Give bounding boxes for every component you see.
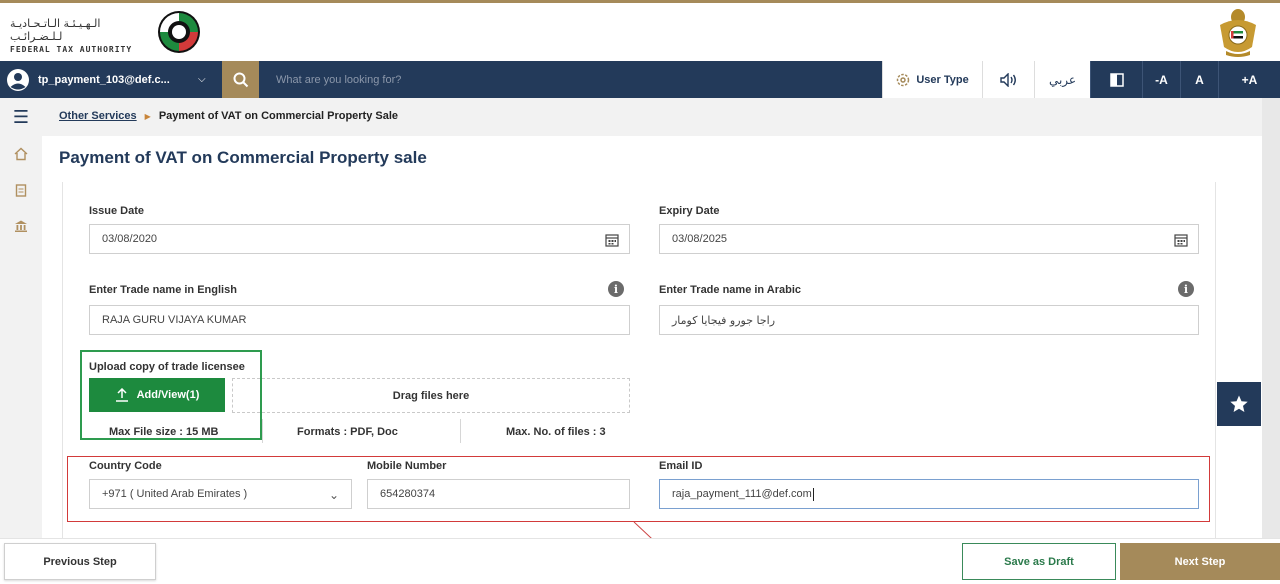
trade-name-en-label: Enter Trade name in English xyxy=(89,284,237,296)
file-drop-zone[interactable]: Drag files here xyxy=(232,378,630,413)
trade-name-ar-label: Enter Trade name in Arabic xyxy=(659,284,802,296)
user-type-button[interactable]: User Type xyxy=(882,61,982,98)
contrast-icon xyxy=(1109,72,1124,87)
fta-logo-text[interactable]: الـهـيـئـة الـاتـحـاديـة لـلـضـرائـب FED… xyxy=(10,17,150,54)
info-icon[interactable]: i xyxy=(1178,281,1194,297)
issue-date-label: Issue Date xyxy=(89,205,145,217)
divider xyxy=(262,419,263,443)
mobile-number-value: 654280374 xyxy=(380,488,436,500)
home-icon[interactable] xyxy=(0,136,42,172)
expiry-date-value: 03/08/2025 xyxy=(672,233,728,245)
breadcrumb-arrow-icon: ▶ xyxy=(144,111,151,121)
email-id-label: Email ID xyxy=(659,460,703,472)
logo-english-text: FEDERAL TAX AUTHORITY xyxy=(10,45,133,54)
max-file-size: Max File size : 15 MB xyxy=(109,426,219,438)
uae-emblem-icon xyxy=(1220,9,1256,57)
previous-step-button[interactable]: Previous Step xyxy=(4,543,156,580)
issue-date-value: 03/08/2020 xyxy=(102,233,158,245)
contrast-toggle-button[interactable] xyxy=(1090,61,1142,98)
chevron-down-icon: ⌵ xyxy=(198,74,206,85)
clipboard-icon[interactable] xyxy=(0,172,42,208)
mobile-number-field[interactable]: 654280374 xyxy=(367,479,630,509)
breadcrumb-current: Payment of VAT on Commercial Property Sa… xyxy=(158,110,399,122)
star-favorite-button[interactable] xyxy=(1217,382,1261,426)
country-code-label: Country Code xyxy=(89,460,162,472)
file-formats: Formats : PDF, Doc xyxy=(297,426,398,438)
info-icon[interactable]: i xyxy=(608,281,624,297)
calendar-icon[interactable] xyxy=(1174,233,1188,247)
font-decrease-button[interactable]: -A xyxy=(1142,61,1180,98)
side-navigation xyxy=(0,136,42,538)
user-type-label: User Type xyxy=(916,73,969,86)
breadcrumb: Other Services ▶ Payment of VAT on Comme… xyxy=(59,110,398,122)
search-button[interactable] xyxy=(222,61,259,98)
add-view-label: Add/View(1) xyxy=(136,389,200,401)
search-icon xyxy=(233,72,248,87)
site-header: الـهـيـئـة الـاتـحـاديـة لـلـضـرائـب FED… xyxy=(0,3,1280,61)
user-menu[interactable]: tp_payment_103@def.c... ⌵ xyxy=(0,61,222,98)
page-scrollbar[interactable] xyxy=(1262,98,1280,538)
email-id-value: raja_payment_111@def.com xyxy=(672,488,812,500)
fta-logo-icon[interactable] xyxy=(156,9,202,55)
trade-name-en-field[interactable]: RAJA GURU VIJAYA KUMAR xyxy=(89,305,630,335)
footer-bar: Previous Step Save as Draft Next Step xyxy=(0,538,1280,584)
divider xyxy=(460,419,461,443)
page-title: Payment of VAT on Commercial Property sa… xyxy=(59,148,427,167)
search-input[interactable] xyxy=(262,61,882,98)
mobile-number-label: Mobile Number xyxy=(367,460,447,472)
star-icon xyxy=(1230,395,1248,412)
expiry-date-label: Expiry Date xyxy=(659,205,720,217)
breadcrumb-link-other-services[interactable]: Other Services xyxy=(59,110,137,122)
bank-icon[interactable] xyxy=(0,208,42,244)
hamburger-menu-icon[interactable]: ☰ xyxy=(0,98,42,136)
add-view-button[interactable]: Add/View(1) xyxy=(89,378,225,412)
trade-name-ar-value: راجا جورو فيجايا كومار xyxy=(672,313,776,327)
speaker-button[interactable] xyxy=(982,61,1034,98)
gear-icon xyxy=(897,73,910,86)
chevron-down-icon: ⌄ xyxy=(328,488,339,502)
max-files: Max. No. of files : 3 xyxy=(506,426,606,438)
expiry-date-field[interactable]: 03/08/2025 xyxy=(659,224,1199,254)
font-increase-button[interactable]: +A xyxy=(1218,61,1280,98)
save-draft-button[interactable]: Save as Draft xyxy=(962,543,1116,580)
upload-label: Upload copy of trade licensee xyxy=(89,361,245,373)
country-code-value: +971 ( United Arab Emirates ) xyxy=(102,488,248,500)
logo-arabic-text: الـهـيـئـة الـاتـحـاديـة لـلـضـرائـب xyxy=(10,17,101,43)
upload-icon xyxy=(115,388,128,402)
arabic-language-button[interactable]: عربي xyxy=(1034,61,1090,98)
top-toolbar: tp_payment_103@def.c... ⌵ User Type عربي… xyxy=(0,61,1280,98)
user-avatar-icon xyxy=(7,68,29,91)
issue-date-field[interactable]: 03/08/2020 xyxy=(89,224,630,254)
trade-name-ar-field[interactable]: راجا جورو فيجايا كومار xyxy=(659,305,1199,335)
text-cursor xyxy=(812,487,814,501)
next-step-button[interactable]: Next Step xyxy=(1120,543,1280,580)
trade-name-en-value: RAJA GURU VIJAYA KUMAR xyxy=(102,314,247,326)
country-code-select[interactable]: +971 ( United Arab Emirates ) ⌄ xyxy=(89,479,352,509)
speaker-icon xyxy=(999,72,1016,87)
user-email: tp_payment_103@def.c... xyxy=(38,73,170,86)
calendar-icon[interactable] xyxy=(605,233,619,247)
font-normal-button[interactable]: A xyxy=(1180,61,1218,98)
breadcrumb-bar: ☰ Other Services ▶ Payment of VAT on Com… xyxy=(0,98,1262,136)
email-id-field[interactable]: raja_payment_111@def.com xyxy=(659,479,1199,509)
